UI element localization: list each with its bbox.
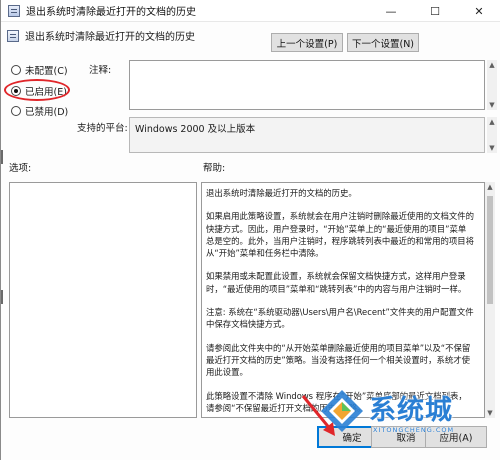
close-button[interactable]: ✕ <box>457 0 500 22</box>
maximize-button[interactable]: ☐ <box>413 0 457 22</box>
radio-disabled-label: 已禁用(D) <box>25 107 69 118</box>
watermark-text: 系统城 <box>369 395 453 426</box>
options-label: 选项: <box>9 163 32 174</box>
watermark: 系统城 XITONGCHENG.COM <box>313 382 500 458</box>
minimize-button[interactable]: — <box>369 0 413 22</box>
window-title: 退出系统时清除最近打开的文档的历史 <box>26 7 196 18</box>
help-scroll-thumb[interactable] <box>487 196 493 304</box>
help-paragraph: 如果启用此策略设置，系统就会在用户注销时删除最近使用的文档文件的快捷方式。因此，… <box>206 211 474 259</box>
window-controls: — ☐ ✕ <box>369 0 500 22</box>
comment-scrollbar[interactable]: ▲ ▼ <box>487 60 497 110</box>
radio-disabled-circle[interactable] <box>11 106 21 116</box>
platform-label: 支持的平台: <box>77 123 128 134</box>
comment-label: 注释: <box>89 65 112 76</box>
radio-not-configured[interactable]: 未配置(C) <box>11 63 68 77</box>
platform-scrollbar[interactable]: ▲ ▼ <box>487 117 497 153</box>
help-paragraph: 如果禁用或未配置此设置，系统就会保留文档快捷方式，这样用户登录时，“最近使用的项… <box>206 271 467 294</box>
watermark-subtext: XITONGCHENG.COM <box>373 426 455 434</box>
policy-name: 退出系统时清除最近打开的文档的历史 <box>25 32 195 43</box>
scroll-down-icon[interactable]: ▼ <box>487 143 497 153</box>
radio-not-configured-circle[interactable] <box>11 65 21 75</box>
scroll-up-icon[interactable]: ▲ <box>485 182 495 192</box>
help-paragraph: 退出系统时清除最近打开的文档的历史。 <box>206 188 357 198</box>
watermark-logo-icon <box>321 390 363 432</box>
highlight-ellipse <box>4 79 70 101</box>
background-edge <box>1 150 3 164</box>
options-pane <box>9 182 197 418</box>
scroll-up-icon[interactable]: ▲ <box>487 60 497 70</box>
policy-setting-icon <box>7 29 19 42</box>
scroll-down-icon[interactable]: ▼ <box>487 100 497 110</box>
policy-header: 退出系统时清除最近打开的文档的历史 <box>7 28 195 43</box>
background-edge <box>1 290 3 304</box>
next-setting-button[interactable]: 下一个设置(N) <box>347 33 419 52</box>
radio-disabled[interactable]: 已禁用(D) <box>11 104 68 118</box>
previous-setting-button[interactable]: 上一个设置(P) <box>271 33 343 52</box>
policy-app-icon <box>8 4 20 17</box>
title-bar: 退出系统时清除最近打开的文档的历史 — ☐ ✕ <box>1 0 500 22</box>
help-paragraph: 注意: 系统在“系统驱动器\Users\用户名\Recent”文件夹的用户配置文… <box>206 307 474 330</box>
policy-window: 退出系统时清除最近打开的文档的历史 — ☐ ✕ 退出系统时清除最近打开的文档的历… <box>0 0 500 460</box>
platform-value: Windows 2000 及以上版本 <box>129 117 485 153</box>
comment-textarea[interactable] <box>129 60 485 110</box>
scroll-up-icon[interactable]: ▲ <box>487 117 497 127</box>
help-paragraph: 请参阅此文件夹中的“从开始菜单删除最近使用的项目菜单”以及“不保留最近打开文档的… <box>206 342 471 378</box>
radio-not-configured-label: 未配置(C) <box>25 66 68 77</box>
help-label: 帮助: <box>203 163 226 174</box>
